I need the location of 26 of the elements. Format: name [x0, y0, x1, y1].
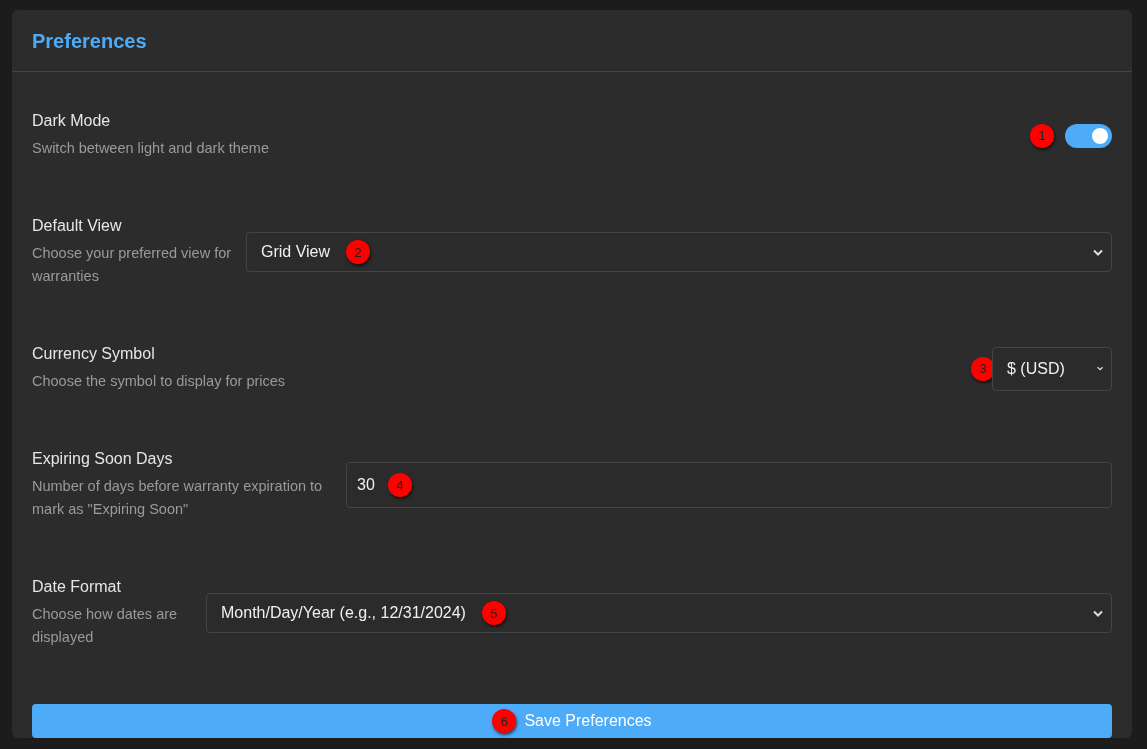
setting-label: Date Format	[32, 577, 122, 597]
marker-badge: 3	[971, 356, 995, 381]
marker-badge: 1	[1030, 123, 1054, 148]
marker-badge: 6	[492, 709, 517, 733]
marker-badge: 4	[387, 473, 412, 497]
setting-label: Default View	[32, 216, 123, 236]
dropdown[interactable]: Grid View 2	[246, 232, 1112, 272]
setting-description: Number of days before warranty expiration to mark as "Expiring Soon"	[32, 477, 324, 519]
marker-badge: 5	[481, 601, 506, 625]
setting-label: Expiring Soon Days	[32, 449, 174, 469]
panel-title: Preferences	[32, 29, 148, 53]
setting-description: Choose the symbol to display for prices	[32, 372, 286, 391]
number-field[interactable]: 30 4	[346, 462, 1112, 508]
dropdown[interactable]: $ (USD)	[992, 346, 1112, 391]
chevron-down-icon	[1093, 248, 1103, 256]
chevron-down-icon	[1093, 609, 1103, 617]
marker-badge: 2	[346, 240, 371, 264]
chevron-down-icon	[1096, 365, 1103, 372]
setting-label: Currency Symbol	[32, 344, 156, 364]
toggle-switch[interactable]	[1065, 123, 1112, 148]
setting-description: Choose your preferred view for warranties	[32, 244, 232, 286]
setting-description: Choose how dates are displayed	[32, 605, 179, 647]
dropdown[interactable]: Month/Day/Year (e.g., 12/31/2024) 5	[206, 593, 1112, 633]
setting-label: Dark Mode	[32, 111, 112, 131]
setting-description: Switch between light and dark theme	[32, 139, 269, 158]
save-preferences-button[interactable]: 6 Save Preferences	[32, 704, 1112, 738]
